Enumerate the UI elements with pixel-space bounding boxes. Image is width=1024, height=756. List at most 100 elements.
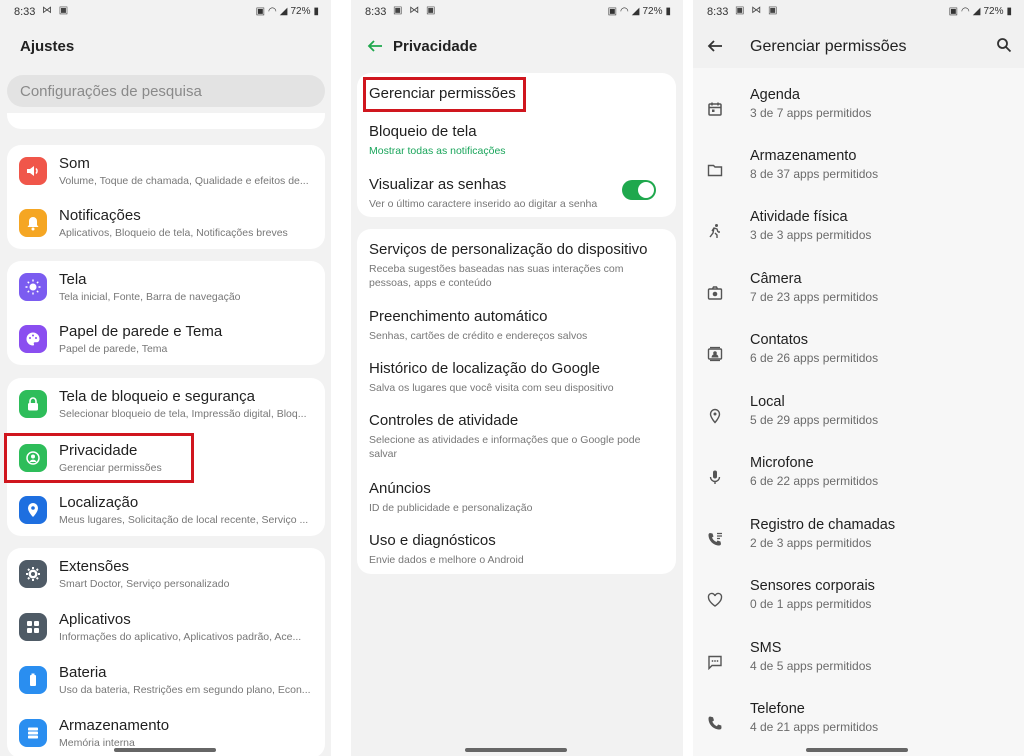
permission-count: 4 de 21 apps permitidos (750, 720, 879, 734)
privacy-item-personalization[interactable]: Serviços de personalização do dispositiv… (369, 241, 666, 290)
phone-icon (703, 711, 727, 735)
settings-item-lock-screen[interactable]: Tela de bloqueio e segurança Selecionar … (7, 378, 325, 430)
settings-card-sound: Som Volume, Toque de chamada, Qualidade … (7, 145, 325, 249)
settings-screen: 8:33 ⋈ ▣ ▣ ◠ ◢ 72% ▮ Ajustes Configurações d… (0, 0, 331, 756)
battery-icon (19, 666, 47, 694)
show-passwords-toggle[interactable] (622, 180, 656, 200)
privacy-item-location-history[interactable]: Histórico de localização do Google Salva… (369, 360, 666, 395)
permission-title: SMS (750, 640, 782, 656)
permission-count: 7 de 23 apps permitidos (750, 290, 879, 304)
notification-icons: ▣ ⋈ ▣ (735, 5, 780, 16)
settings-item-title: Extensões (59, 558, 130, 575)
battery-status-icon: ▮ (313, 6, 319, 17)
nfc-icon: ▣ (607, 6, 618, 17)
permissions-screen: 8:33 ▣ ⋈ ▣ ▣ ◠ ◢ 72% ▮ Gerenciar permissões … (693, 0, 1024, 756)
gesture-nav-bar[interactable] (465, 748, 567, 752)
settings-item-subtitle: Volume, Toque de chamada, Qualidade e ef… (59, 175, 309, 187)
back-arrow-icon[interactable] (366, 37, 384, 55)
privacy-item-ads[interactable]: Anúncios ID de publicidade e personaliza… (369, 480, 666, 515)
permission-title: Agenda (750, 87, 800, 103)
battery-status-icon: ▮ (665, 6, 671, 17)
settings-item-title: Som (59, 155, 90, 172)
storage-icon (19, 719, 47, 747)
notification-icons: ⋈ ▣ (42, 5, 71, 16)
location-pin-icon (703, 404, 727, 428)
permission-title: Contatos (750, 332, 809, 348)
settings-item-apps[interactable]: Aplicativos Informações do aplicativo, A… (7, 601, 325, 653)
privacy-item-subtitle: Receba sugestões baseadas nas suas inter… (369, 263, 624, 289)
settings-item-title: Notificações (59, 207, 141, 224)
signal-icon: ◢ (631, 6, 640, 17)
permission-item-calendar[interactable]: Agenda 3 de 7 apps permitidos (693, 87, 1024, 143)
status-time: 8:33 (707, 6, 729, 18)
settings-item-notifications[interactable]: Notificações Aplicativos, Bloqueio de te… (7, 197, 325, 249)
settings-item-subtitle: Selecionar bloqueio de tela, Impressão d… (59, 408, 307, 420)
privacy-item-title: Controles de atividade (369, 412, 519, 429)
settings-item-subtitle: Aplicativos, Bloqueio de tela, Notificaç… (59, 227, 288, 239)
palette-icon (19, 325, 47, 353)
privacy-item-autofill[interactable]: Preenchimento automático Senhas, cartões… (369, 308, 666, 343)
app-bar: Gerenciar permissões (693, 24, 1024, 68)
search-input[interactable]: Configurações de pesquisa (7, 75, 325, 107)
highlight-box (363, 77, 526, 112)
settings-item-subtitle: Smart Doctor, Serviço personalizado (59, 578, 230, 590)
permission-count: 3 de 3 apps permitidos (750, 228, 872, 242)
settings-item-display[interactable]: Tela Tela inicial, Fonte, Barra de naveg… (7, 261, 325, 313)
settings-card-system: Extensões Smart Doctor, Serviço personal… (7, 548, 325, 756)
settings-item-wallpaper[interactable]: Papel de parede e Tema Papel de parede, … (7, 313, 325, 365)
privacy-card-google: Serviços de personalização do dispositiv… (357, 229, 676, 574)
privacy-item-subtitle: Selecione as atividades e informações qu… (369, 434, 641, 460)
search-icon[interactable] (996, 37, 1012, 53)
status-right: ▣ ◠ ◢ 72% ▮ (946, 6, 1012, 17)
privacy-item-title: Bloqueio de tela (369, 123, 477, 140)
settings-item-location[interactable]: Localização Meus lugares, Solicitação de… (7, 484, 325, 536)
location-pin-icon (19, 496, 47, 524)
permission-item-camera[interactable]: Câmera 7 de 23 apps permitidos (693, 271, 1024, 327)
settings-item-subtitle: Meus lugares, Solicitação de local recen… (59, 514, 309, 526)
calendar-icon (703, 97, 727, 121)
permission-item-storage[interactable]: Armazenamento 8 de 37 apps permitidos (693, 148, 1024, 204)
privacy-item-show-passwords[interactable]: Visualizar as senhas Ver o último caract… (369, 176, 616, 211)
settings-item-extensions[interactable]: Extensões Smart Doctor, Serviço personal… (7, 548, 325, 600)
privacy-item-title: Serviços de personalização do dispositiv… (369, 241, 648, 258)
settings-item-title: Localização (59, 494, 139, 511)
privacy-item-subtitle: Envie dados e melhore o Android (369, 554, 524, 566)
privacy-item-title: Visualizar as senhas (369, 176, 507, 193)
wifi-icon: ◠ (620, 6, 629, 17)
permission-item-location[interactable]: Local 5 de 29 apps permitidos (693, 394, 1024, 450)
contacts-icon (703, 342, 727, 366)
permission-item-microphone[interactable]: Microfone 6 de 22 apps permitidos (693, 455, 1024, 511)
privacy-item-lock-screen[interactable]: Bloqueio de tela Mostrar todas as notifi… (369, 123, 666, 158)
permission-count: 8 de 37 apps permitidos (750, 167, 879, 181)
permission-title: Atividade física (750, 209, 848, 225)
permission-item-sms[interactable]: SMS 4 de 5 apps permitidos (693, 640, 1024, 696)
nfc-icon: ▣ (948, 6, 959, 17)
permission-item-call-log[interactable]: Registro de chamadas 2 de 3 apps permiti… (693, 517, 1024, 573)
settings-item-sound[interactable]: Som Volume, Toque de chamada, Qualidade … (7, 145, 325, 197)
privacy-item-activity-controls[interactable]: Controles de atividade Selecione as ativ… (369, 412, 666, 461)
folder-icon (703, 158, 727, 182)
settings-item-subtitle: Papel de parede, Tema (59, 343, 168, 355)
bell-icon (19, 209, 47, 237)
highlight-box (4, 433, 194, 483)
permission-title: Registro de chamadas (750, 517, 896, 533)
status-right: ▣ ◠ ◢ 72% ▮ (253, 6, 319, 17)
settings-card-display: Tela Tela inicial, Fonte, Barra de naveg… (7, 261, 325, 365)
settings-item-title: Papel de parede e Tema (59, 323, 223, 340)
permission-item-physical-activity[interactable]: Atividade física 3 de 3 apps permitidos (693, 209, 1024, 265)
settings-item-title: Armazenamento (59, 717, 170, 734)
gesture-nav-bar[interactable] (114, 748, 216, 752)
permission-item-body-sensors[interactable]: Sensores corporais 0 de 1 apps permitido… (693, 578, 1024, 634)
speaker-icon (19, 157, 47, 185)
settings-item-subtitle: Informações do aplicativo, Aplicativos p… (59, 631, 302, 643)
privacy-item-title: Histórico de localização do Google (369, 360, 600, 377)
permission-item-contacts[interactable]: Contatos 6 de 26 apps permitidos (693, 332, 1024, 388)
gesture-nav-bar[interactable] (806, 748, 908, 752)
status-bar: 8:33 ▣ ⋈ ▣ ▣ ◠ ◢ 72% ▮ (351, 0, 683, 24)
settings-item-battery[interactable]: Bateria Uso da bateria, Restrições em se… (7, 654, 325, 706)
privacy-item-usage-diagnostics[interactable]: Uso e diagnósticos Envie dados e melhore… (369, 532, 666, 567)
privacy-item-subtitle: Salva os lugares que você visita com seu… (369, 382, 614, 394)
status-time: 8:33 (14, 6, 36, 18)
camera-icon (703, 281, 727, 305)
back-arrow-icon[interactable] (706, 37, 724, 55)
